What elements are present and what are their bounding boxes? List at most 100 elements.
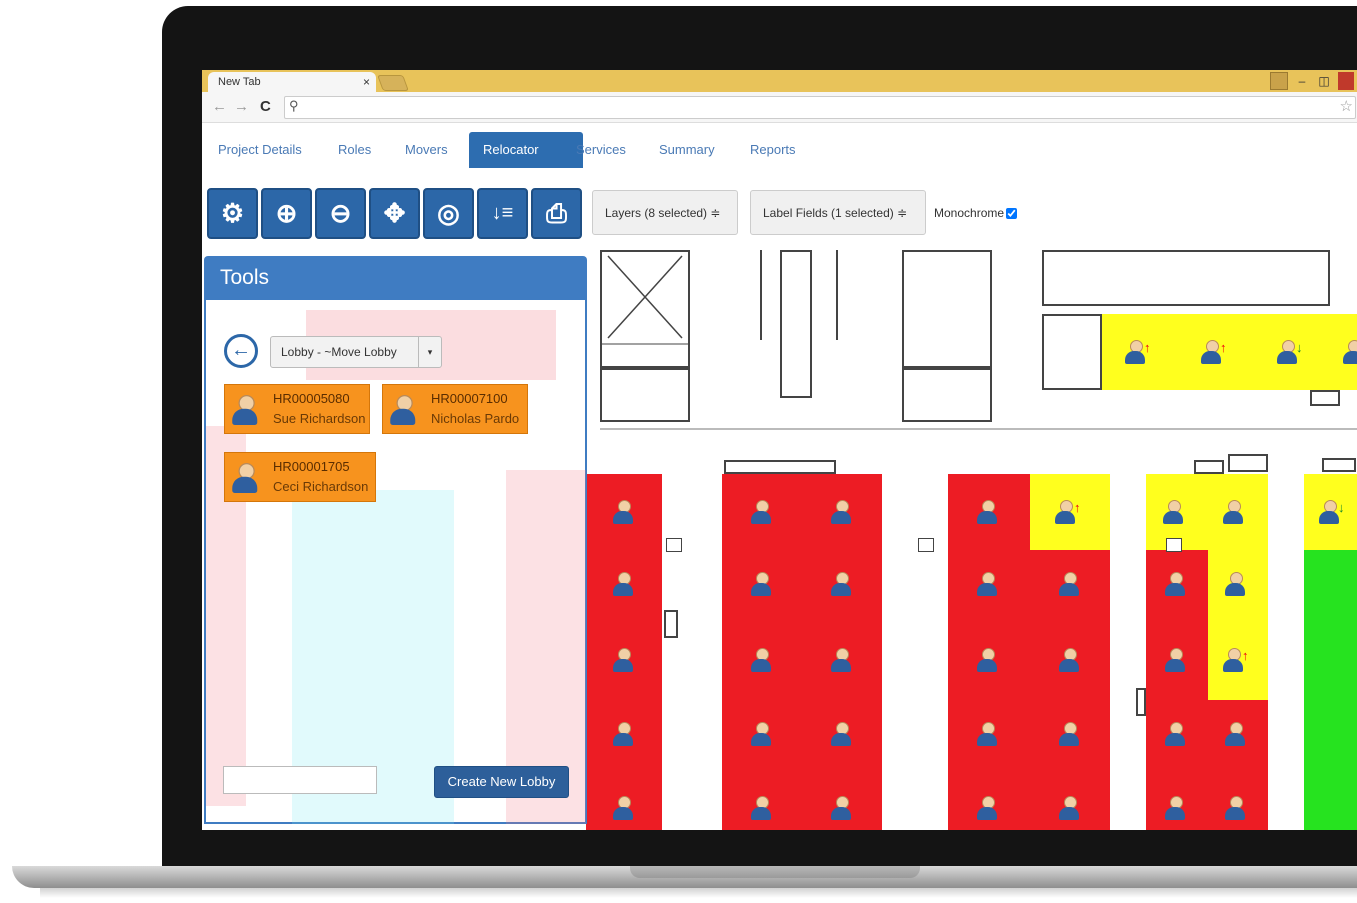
monochrome-toggle: Monochrome: [934, 206, 1018, 220]
print-button[interactable]: ⎙: [531, 188, 582, 239]
forward-icon[interactable]: →: [234, 98, 249, 115]
settings-button[interactable]: ⚙: [207, 188, 258, 239]
person-icon[interactable]: [612, 500, 634, 526]
maximize-button[interactable]: ◫: [1316, 74, 1332, 88]
browser-tab-title: New Tab: [218, 76, 261, 88]
browser-tabstrip: New Tab × – ◫: [202, 70, 1357, 92]
zoom-in-icon: ⊕: [275, 198, 298, 228]
tools-title: Tools: [204, 256, 587, 300]
zoom-out-button[interactable]: ⊖: [315, 188, 366, 239]
person-icon[interactable]: [1058, 572, 1080, 598]
tab-services[interactable]: Services: [562, 132, 640, 168]
person-moving-down[interactable]: ↓: [1276, 340, 1303, 366]
label-box: [1194, 460, 1224, 474]
person-icon[interactable]: [1164, 572, 1186, 598]
screen: New Tab × – ◫ ← → C ⚲ ☆ Project Details …: [202, 70, 1357, 830]
person-icon[interactable]: [830, 648, 852, 674]
person-icon[interactable]: [612, 722, 634, 748]
person-moving-up[interactable]: ↑: [1200, 340, 1227, 366]
person-icon[interactable]: [1058, 796, 1080, 822]
reload-icon[interactable]: C: [260, 98, 271, 115]
zoom-window-icon: ◎: [437, 198, 460, 228]
person-icon[interactable]: [750, 648, 772, 674]
room-tag: [918, 538, 934, 552]
person-icon[interactable]: [1224, 722, 1246, 748]
label-box: [1322, 458, 1356, 472]
person-icon[interactable]: [976, 572, 998, 598]
person-icon[interactable]: [1164, 796, 1186, 822]
close-window-button[interactable]: [1338, 72, 1354, 90]
lobby-select[interactable]: Lobby - ~Move Lobby ▾: [270, 336, 442, 368]
tab-roles[interactable]: Roles: [324, 132, 385, 168]
person-icon[interactable]: [750, 500, 772, 526]
layers-select[interactable]: Layers (8 selected) ≑: [592, 190, 738, 235]
monochrome-checkbox[interactable]: [1006, 208, 1018, 219]
north-rooms: [1042, 250, 1330, 306]
lobby-person-card[interactable]: HR00005080 Sue Richardson: [224, 384, 370, 434]
person-icon[interactable]: [830, 500, 852, 526]
room-tag: [1136, 688, 1146, 716]
person-name: Ceci Richardson: [273, 479, 369, 494]
browser-tab[interactable]: New Tab ×: [208, 72, 376, 92]
person-icon[interactable]: [830, 722, 852, 748]
tab-reports[interactable]: Reports: [736, 132, 810, 168]
person-icon[interactable]: [612, 648, 634, 674]
person-icon[interactable]: [1164, 648, 1186, 674]
person-icon[interactable]: [1224, 796, 1246, 822]
create-new-lobby-button[interactable]: Create New Lobby: [434, 766, 569, 798]
zoom-window-button[interactable]: ◎: [423, 188, 474, 239]
tab-project-details[interactable]: Project Details: [204, 132, 316, 168]
fit-extents-button[interactable]: ✥: [369, 188, 420, 239]
tools-body: [204, 300, 587, 824]
back-icon[interactable]: ←: [212, 98, 227, 115]
label-box: [1310, 390, 1340, 406]
laptop-shadow: [40, 888, 1357, 898]
url-input[interactable]: ⚲ ☆: [284, 96, 1356, 119]
chevron-down-icon: ▾: [418, 337, 441, 367]
sort-button[interactable]: ↓≡: [477, 188, 528, 239]
new-tab-button[interactable]: [377, 75, 409, 91]
person-icon[interactable]: [976, 648, 998, 674]
person-icon[interactable]: [612, 796, 634, 822]
person-icon[interactable]: [1058, 722, 1080, 748]
back-button[interactable]: ←: [224, 334, 258, 368]
person-icon[interactable]: [1162, 500, 1184, 526]
new-lobby-input[interactable]: [223, 766, 377, 794]
stair-room: [600, 250, 690, 368]
lobby-person-card[interactable]: HR00001705 Ceci Richardson: [224, 452, 376, 502]
person-avatar-icon: [231, 395, 259, 428]
zoom-in-button[interactable]: ⊕: [261, 188, 312, 239]
vacant-zone: [1304, 550, 1357, 830]
lobby-person-card[interactable]: HR00007100 Nicholas Pardo: [382, 384, 528, 434]
person-moving-up[interactable]: ↑: [1222, 648, 1249, 674]
person-id: HR00007100: [431, 391, 508, 406]
person-moving-down[interactable]: ↓: [1318, 500, 1345, 526]
profile-icon[interactable]: [1270, 72, 1288, 90]
person-icon[interactable]: [612, 572, 634, 598]
person-icon[interactable]: [1164, 722, 1186, 748]
bookmark-star-icon[interactable]: ☆: [1340, 97, 1353, 115]
wall-segment: [836, 250, 838, 340]
person-icon[interactable]: [976, 500, 998, 526]
tab-close-icon[interactable]: ×: [363, 72, 370, 92]
person-icon[interactable]: [976, 722, 998, 748]
person-icon[interactable]: [1342, 340, 1357, 366]
person-icon[interactable]: [750, 572, 772, 598]
minimize-button[interactable]: –: [1294, 74, 1310, 88]
person-icon[interactable]: [830, 572, 852, 598]
elevator-room: [902, 250, 992, 368]
person-icon[interactable]: [976, 796, 998, 822]
person-icon[interactable]: [1222, 500, 1244, 526]
person-icon[interactable]: [1058, 648, 1080, 674]
person-icon[interactable]: [750, 796, 772, 822]
shaft-room: [780, 250, 812, 398]
tab-movers[interactable]: Movers: [391, 132, 462, 168]
window-controls: – ◫: [1270, 70, 1357, 92]
label-fields-select[interactable]: Label Fields (1 selected) ≑: [750, 190, 926, 235]
person-icon[interactable]: [1224, 572, 1246, 598]
person-icon[interactable]: [830, 796, 852, 822]
tab-summary[interactable]: Summary: [645, 132, 729, 168]
person-moving-up[interactable]: ↑: [1054, 500, 1081, 526]
person-icon[interactable]: [750, 722, 772, 748]
person-moving-up[interactable]: ↑: [1124, 340, 1151, 366]
